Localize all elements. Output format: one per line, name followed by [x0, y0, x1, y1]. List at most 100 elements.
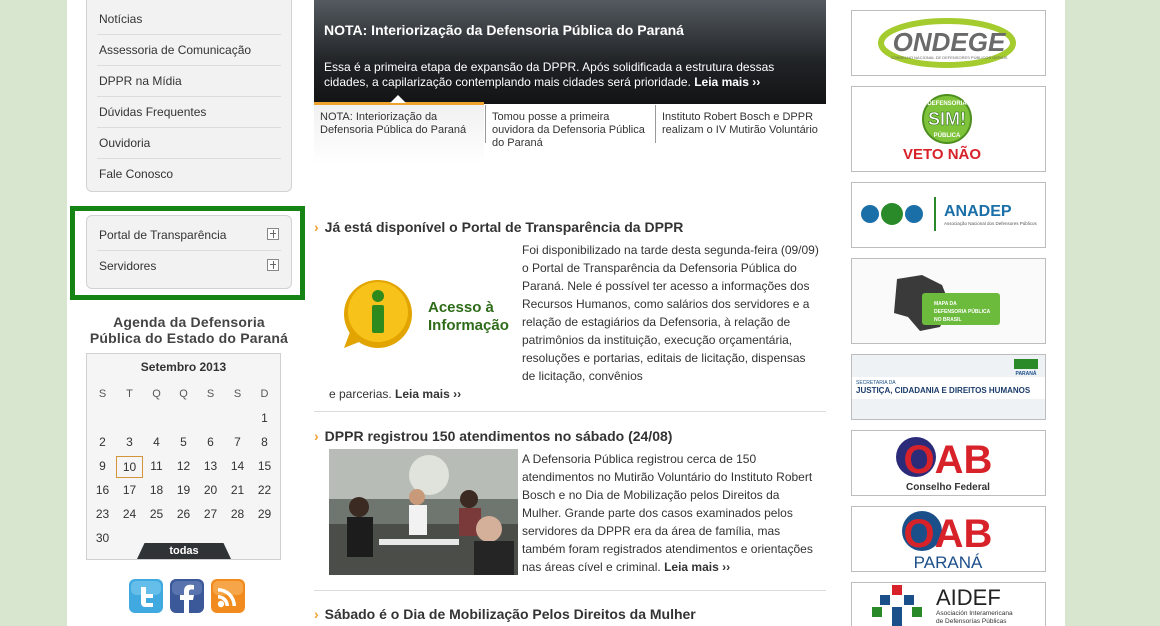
banner-mapa-defensoria[interactable]: MAPA DA DEFENSORIA PÚBLICA NO BRASIL	[851, 258, 1046, 344]
mapa-line3: NO BRASIL	[934, 317, 962, 323]
calendar-day[interactable]: 20	[197, 480, 224, 504]
news-body-1a: Foi disponibilizado na tarde desta segun…	[522, 241, 822, 385]
calendar-day[interactable]: 16	[89, 480, 116, 504]
calendar-day[interactable]: 19	[170, 480, 197, 504]
news-title-2[interactable]: › DPPR registrou 150 atendimentos no sába…	[314, 428, 672, 444]
chevron-right-icon: ›	[314, 606, 319, 622]
slider-read-more-link[interactable]: Leia mais ››	[694, 75, 760, 89]
oab-pr-logo-text: OAB	[904, 512, 993, 556]
banner-oab-parana[interactable]: OAB PARANÁ	[851, 506, 1046, 572]
calendar-weekday-row: STQQSSD	[89, 384, 278, 408]
twitter-icon[interactable]	[129, 579, 163, 613]
calendar-day[interactable]: 17	[116, 480, 143, 504]
calendar-day[interactable]: 24	[116, 504, 143, 528]
slider-tab-3[interactable]: Instituto Robert Bosch e DPPR realizam o…	[655, 105, 826, 143]
chevron-right-icon: ›	[314, 428, 319, 444]
menu-item-assessoria[interactable]: Assessoria de Comunicação	[97, 35, 281, 66]
calendar-empty-cell	[170, 408, 197, 432]
slider-tab-2[interactable]: Tomou posse a primeira ouvidora da Defen…	[485, 105, 655, 149]
calendar-day[interactable]: 3	[116, 432, 143, 456]
agenda-title-line1: Agenda da Defensoria	[113, 314, 265, 330]
calendar-weekday: Q	[152, 388, 161, 400]
calendar-day[interactable]: 9	[89, 456, 116, 480]
news-divider	[314, 590, 826, 591]
oab-cf-logo-text: OAB	[904, 438, 993, 482]
calendar-empty-cell	[89, 408, 116, 432]
menu-item-fale-conosco[interactable]: Fale Conosco	[97, 159, 281, 189]
menu-item-servidores[interactable]: Servidores	[97, 251, 281, 281]
calendar-day[interactable]: 28	[224, 504, 251, 528]
calendar-day[interactable]: 15	[251, 456, 278, 480]
calendar-week-row: 1	[89, 408, 278, 432]
news-title-3[interactable]: › Sábado é o Dia de Mobilização Pelos Dir…	[314, 606, 696, 622]
calendar-empty-cell	[197, 408, 224, 432]
calendar-day[interactable]: 10	[116, 456, 143, 478]
calendar-day[interactable]: 18	[143, 480, 170, 504]
calendar-day[interactable]: 27	[197, 504, 224, 528]
calendar-month: Setembro 2013	[140, 360, 227, 374]
acesso-informacao-image[interactable]: Acesso à Informação	[340, 272, 512, 352]
news-title-1[interactable]: › Já está disponível o Portal de Transpar…	[314, 219, 683, 235]
justica-line2: JUSTIÇA, CIDADANIA E DIREITOS HUMANOS	[856, 386, 1031, 395]
featured-slider[interactable]: NOTA: Interiorização da Defensoria Públi…	[314, 0, 826, 104]
calendar-day[interactable]: 12	[170, 456, 197, 480]
calendar-weekday: D	[260, 388, 269, 400]
banner-anadep[interactable]: ANADEP Associação Nacional dos Defensore…	[851, 182, 1046, 248]
facebook-icon[interactable]	[170, 579, 204, 613]
expand-plus-icon[interactable]	[267, 228, 279, 240]
calendar-day[interactable]: 29	[251, 504, 278, 528]
calendar-day[interactable]: 8	[251, 432, 278, 456]
calendar-day[interactable]: 26	[170, 504, 197, 528]
oab-pr-subtitle: PARANÁ	[914, 553, 983, 571]
anadep-logo-text: ANADEP	[944, 203, 1012, 220]
menu-item-portal-transparencia[interactable]: Portal de Transparência	[97, 220, 281, 251]
calendar-day[interactable]: 25	[143, 504, 170, 528]
anadep-subtitle: Associação Nacional dos Defensores Públi…	[944, 221, 1038, 226]
news-body-2: A Defensoria Pública registrou cerca de …	[522, 450, 822, 576]
news-body-1b: e parcerias. Leia mais ››	[329, 385, 822, 403]
menu-item-dppr-midia[interactable]: DPPR na Mídia	[97, 66, 281, 97]
expand-plus-icon[interactable]	[267, 259, 279, 271]
calendar-day[interactable]: 11	[143, 456, 170, 480]
banner-aidef[interactable]: AIDEF Asociación Interamericana de Defen…	[851, 582, 1046, 626]
calendar-week-row: 23 24 25 26 27 28 29	[89, 504, 278, 528]
calendar-day[interactable]: 23	[89, 504, 116, 528]
calendar-day[interactable]: 13	[197, 456, 224, 480]
oab-cf-subtitle: Conselho Federal	[906, 482, 990, 493]
menu-item-noticias[interactable]: Notícias	[97, 4, 281, 35]
rss-icon[interactable]	[211, 579, 245, 613]
calendar-day[interactable]: 21	[224, 480, 251, 504]
calendar-day[interactable]: 7	[224, 432, 251, 456]
news-title-text: Sábado é o Dia de Mobilização Pelos Dire…	[324, 606, 696, 622]
calendar-day[interactable]: 22	[251, 480, 278, 504]
slider-tab-label: Instituto Robert Bosch e DPPR realizam o…	[662, 111, 818, 136]
calendar-empty-cell	[224, 528, 251, 552]
calendar-all-button[interactable]: todas	[137, 543, 231, 559]
acesso-text-line1: Acesso à	[428, 299, 495, 316]
calendar-day[interactable]: 1	[251, 408, 278, 432]
calendar-day[interactable]: 5	[170, 432, 197, 456]
calendar-day[interactable]: 30	[89, 528, 116, 552]
news-read-more-link[interactable]: Leia mais ››	[664, 560, 730, 574]
aidef-subtitle-1: Asociación Interamericana	[936, 610, 1013, 617]
slider-title[interactable]: NOTA: Interiorização da Defensoria Públi…	[324, 22, 684, 38]
banner-ondege[interactable]: ONDEGE CONSELHO NACIONAL DE DEFENSORES P…	[851, 10, 1046, 76]
slider-tab-1[interactable]: NOTA: Interiorização da Defensoria Públi…	[314, 105, 484, 165]
menu-item-duvidas[interactable]: Dúvidas Frequentes	[97, 97, 281, 128]
calendar-day[interactable]: 14	[224, 456, 251, 480]
banner-oab-conselho-federal[interactable]: OAB Conselho Federal	[851, 430, 1046, 496]
calendar-weekday: Q	[179, 388, 188, 400]
banner-veto-nao[interactable]: DEFENSORIA SIM! PÚBLICA VETO NÃO	[851, 86, 1046, 172]
atendimento-photo[interactable]	[329, 449, 518, 575]
aidef-subtitle-2: de Defensorías Públicas	[936, 618, 1007, 625]
banner-justica-cidadania[interactable]: PARANÁ SECRETARIA DA JUSTIÇA, CIDADANIA …	[851, 354, 1046, 420]
news-read-more-link[interactable]: Leia mais ››	[395, 387, 461, 401]
acesso-text-line2: Informação	[428, 317, 509, 334]
menu-item-ouvidoria[interactable]: Ouvidoria	[97, 128, 281, 159]
veto-nao-text: VETO NÃO	[903, 145, 981, 163]
news-title-text: Já está disponível o Portal de Transparê…	[324, 219, 684, 235]
calendar-day[interactable]: 6	[197, 432, 224, 456]
calendar-day[interactable]: 2	[89, 432, 116, 456]
agenda-title-line2: Pública do Estado do Paraná	[89, 330, 289, 346]
calendar-day[interactable]: 4	[143, 432, 170, 456]
